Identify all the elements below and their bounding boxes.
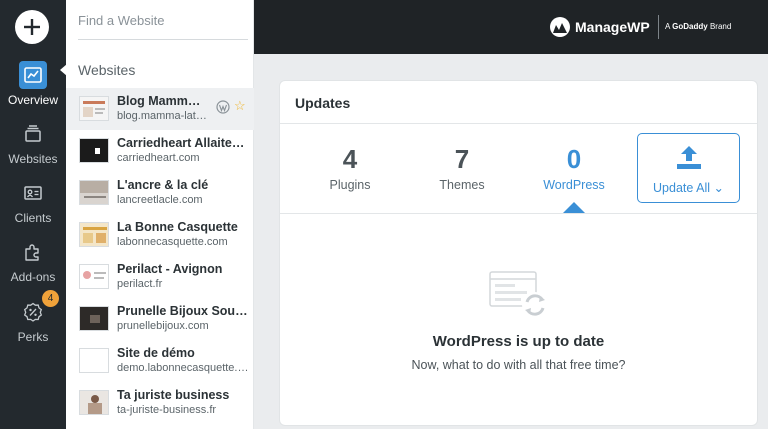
stack-icon [19,120,47,148]
website-thumbnail [79,180,109,205]
website-list-item[interactable]: Site de démo demo.labonnecasquette.com [66,340,254,382]
website-url: blog.mamma-latte.com [117,110,207,122]
nav-item-add-ons[interactable]: Add-ons [0,238,66,290]
website-list: Blog Mamma Latte blog.mamma-latte.com ☆ … [66,88,254,424]
brand-company: GoDaddy [672,22,708,31]
website-thumbnail [79,306,109,331]
chart-icon [19,61,47,89]
nav-label: Add-ons [10,270,56,284]
puzzle-icon [19,238,47,266]
website-url: demo.labonnecasquette.com [117,362,249,374]
top-bar: ManageWP A GoDaddy Brand [254,0,768,54]
stat-label: Themes [439,178,485,192]
stat-value: 7 [454,144,470,174]
empty-state-title: WordPress is up to date [432,333,605,350]
websites-heading: Websites [78,62,136,78]
website-name: Prunelle Bijoux Souvenirs [117,304,249,318]
stat-value: 0 [566,144,582,174]
wordpress-icon [216,100,230,114]
website-list-item[interactable]: Prunelle Bijoux Souvenirs prunellebijoux… [66,298,254,340]
website-thumbnail [79,138,109,163]
website-name: Perilact - Avignon [117,262,223,276]
website-url: ta-juriste-business.fr [117,404,217,416]
nav-item-clients[interactable]: Clients [0,179,66,231]
websites-panel: Websites Blog Mamma Latte blog.mamma-lat… [66,0,254,429]
website-url: carriedheart.com [117,152,200,164]
nav-label: Clients [14,211,52,225]
favorite-star-icon[interactable]: ☆ [234,98,246,114]
stat-wordpress[interactable]: 0 WordPress [519,144,629,192]
website-list-item[interactable]: Carriedheart Allaitement carriedheart.co… [66,130,254,172]
brand-tagline: A GoDaddy Brand [665,22,731,31]
website-name: L'ancre & la clé [117,178,209,192]
website-name: Carriedheart Allaitement [117,136,249,150]
active-tab-pointer [563,202,585,213]
divider [280,123,757,124]
website-name: La Bonne Casquette [117,220,238,234]
managewp-logo-icon [550,17,570,37]
update-all-button[interactable]: Update All ⌄ [637,133,740,203]
brand-divider [658,15,659,39]
updates-card: Updates 4 Plugins 7 Themes 0 WordPress U… [279,80,758,426]
website-thumbnail [79,222,109,247]
website-url: lancreetlacle.com [117,194,203,206]
website-name: Blog Mamma Latte [117,94,207,108]
plus-icon [24,19,40,35]
nav-label: Overview [7,93,58,107]
nav-item-websites[interactable]: Websites [0,120,66,172]
website-list-item[interactable]: Ta juriste business ta-juriste-business.… [66,382,254,424]
website-thumbnail [79,348,109,373]
id-card-icon [19,179,47,207]
brand-suffix: Brand [709,22,732,31]
website-url: prunellebijoux.com [117,320,209,332]
stat-label: Plugins [329,178,371,192]
browser-refresh-icon [489,271,548,318]
website-url: labonnecasquette.com [117,236,228,248]
main-nav: Overview Websites Clients Add-ons 4 Perk… [0,0,66,429]
nav-item-perks[interactable]: 4 Perks [0,290,66,350]
nav-label: Websites [8,152,58,166]
stat-plugins[interactable]: 4 Plugins [295,144,405,192]
update-all-label: Update All ⌄ [653,181,724,195]
website-thumbnail [79,390,109,415]
website-thumbnail [79,264,109,289]
perks-badge: 4 [42,290,59,307]
website-search-input[interactable] [78,0,248,40]
website-name: Ta juriste business [117,388,230,402]
stat-themes[interactable]: 7 Themes [407,144,517,192]
updates-title: Updates [295,95,351,111]
upload-icon [677,146,701,169]
stat-label: WordPress [543,178,605,192]
stat-value: 4 [342,144,358,174]
brand-prefix: A [665,22,670,31]
nav-selection-caret [60,64,67,76]
website-list-item[interactable]: L'ancre & la clé lancreetlacle.com [66,172,254,214]
nav-label: Perks [17,330,49,344]
website-thumbnail [79,96,109,121]
website-list-item[interactable]: Blog Mamma Latte blog.mamma-latte.com ☆ [66,88,254,130]
add-button[interactable] [15,10,49,44]
website-list-item[interactable]: Perilact - Avignon perilact.fr [66,256,254,298]
divider [280,213,757,214]
website-url: perilact.fr [117,278,163,290]
empty-state-subtitle: Now, what to do with all that free time? [411,358,626,372]
brand-name: ManageWP [575,19,650,35]
nav-item-overview[interactable]: Overview [0,61,66,113]
website-name: Site de démo [117,346,195,360]
website-list-item[interactable]: La Bonne Casquette labonnecasquette.com [66,214,254,256]
